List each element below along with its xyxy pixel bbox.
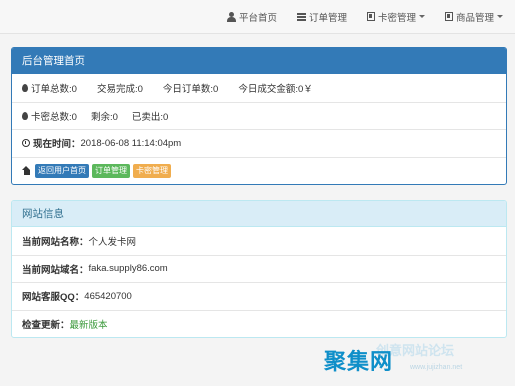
check-update-label: 检查更新： [22, 319, 70, 331]
card-management-button[interactable]: 卡密管理 [133, 163, 171, 178]
cards-total: 卡密总数:0 [31, 111, 77, 123]
order-management-button[interactable]: 订单管理 [92, 163, 130, 178]
orders-total: 订单总数:0 [31, 83, 77, 95]
site-info-panel: 网站信息 当前网站名称： 个人发卡网 当前网站域名： faka.supply86… [11, 200, 507, 338]
card-stats-row: 卡密总数:0 剩余:0 已卖出:0 [12, 101, 506, 130]
site-domain-label: 当前网站域名： [22, 264, 89, 276]
check-update-row: 检查更新： 最新版本 [12, 309, 506, 338]
home-icon [22, 166, 31, 176]
site-domain-row: 当前网站域名： faka.supply86.com [12, 254, 506, 283]
caret-down-icon [497, 15, 503, 18]
tint-icon [22, 83, 28, 92]
admin-home-panel: 后台管理首页 订单总数:0 交易完成:0 今日订单数:0 今日成交金额:0￥ 卡… [11, 47, 507, 185]
current-time-row: 现在时间： 2018-06-08 11:14:04pm [12, 129, 506, 157]
watermark-brand: 聚集网 [324, 350, 394, 375]
site-name-row: 当前网站名称： 个人发卡网 [12, 227, 506, 255]
latest-version-link[interactable]: 最新版本 [70, 317, 108, 331]
nav-order-management[interactable]: 订单管理 [296, 10, 347, 24]
site-qq-row: 网站客服QQ： 465420700 [12, 282, 506, 310]
current-time-label: 现在时间： [33, 139, 81, 151]
order-stats-row: 订单总数:0 交易完成:0 今日订单数:0 今日成交金额:0￥ [12, 74, 506, 102]
watermark-logo: 创意网站论坛 聚集网 www.jujizhan.net [318, 336, 508, 382]
today-orders: 今日订单数:0 [162, 83, 219, 95]
tint-icon [22, 111, 28, 120]
nav-order-management-label: 订单管理 [308, 12, 347, 24]
site-domain-value: faka.supply86.com [88, 263, 168, 275]
clock-icon [22, 139, 30, 148]
nav-platform-home-label: 平台首页 [238, 12, 277, 24]
card-icon [366, 12, 375, 21]
today-amount: 今日成交金额:0￥ [238, 83, 313, 95]
list-icon [296, 12, 306, 21]
nav-card-management[interactable]: 卡密管理 [366, 10, 425, 24]
nav-card-management-label: 卡密管理 [377, 12, 416, 24]
site-qq-label: 网站客服QQ： [22, 292, 85, 304]
card-icon [444, 12, 453, 21]
caret-down-icon [418, 15, 425, 18]
nav-product-management-label: 商品管理 [455, 12, 494, 24]
site-name-label: 当前网站名称： [22, 236, 89, 248]
nav-product-management[interactable]: 商品管理 [444, 10, 503, 24]
watermark-url: www.jujizhan.net [410, 364, 463, 371]
quick-actions-row: 返回用户首页 订单管理 卡密管理 [12, 156, 506, 185]
user-icon [226, 11, 236, 22]
cards-sold: 已卖出:0 [131, 111, 169, 123]
cards-remaining: 剩余:0 [90, 111, 118, 123]
nav-platform-home[interactable]: 平台首页 [226, 10, 277, 24]
admin-home-title: 后台管理首页 [12, 48, 506, 74]
current-time-value: 2018-06-08 11:14:04pm [80, 137, 182, 149]
site-name-value: 个人发卡网 [88, 236, 137, 248]
trades-done: 交易完成:0 [96, 83, 143, 95]
site-qq-value: 465420700 [84, 290, 132, 302]
site-info-title: 网站信息 [12, 201, 506, 227]
top-navbar: 平台首页 订单管理 卡密管理 商品管理 [0, 0, 515, 34]
back-to-user-home-button[interactable]: 返回用户首页 [35, 163, 89, 178]
